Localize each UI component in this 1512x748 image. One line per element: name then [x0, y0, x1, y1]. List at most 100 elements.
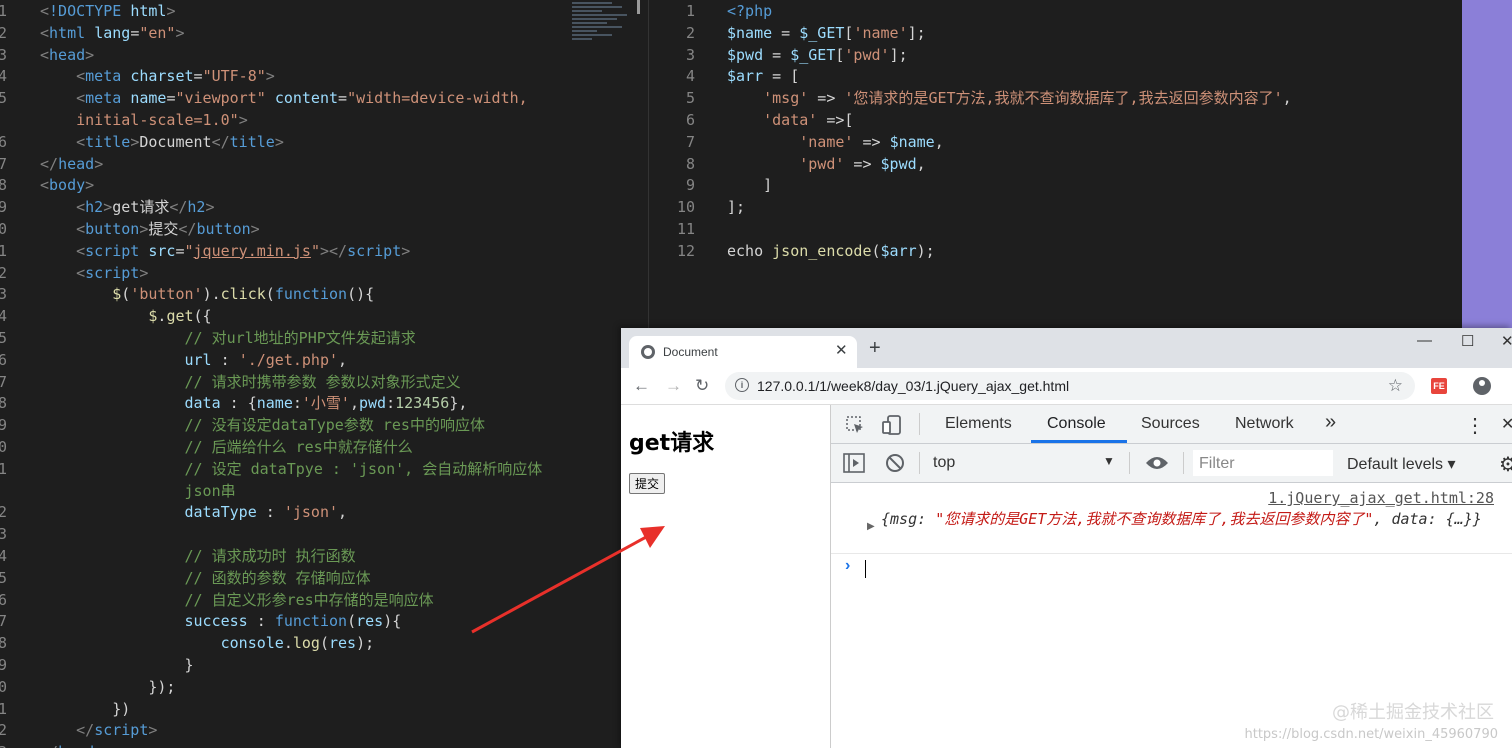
code-line: initial-scale=1.0"> [0, 110, 640, 132]
desktop-background [1462, 0, 1512, 330]
line-text: ]; [727, 198, 746, 217]
line-text: // 没有设定dataType参数 res中的响应体 [40, 416, 485, 435]
browser-tab[interactable]: Document ✕ [629, 336, 857, 368]
code-line: 9 } [0, 655, 640, 677]
browser-tab-bar: Document ✕ + — ☐ ✕ [621, 328, 1512, 368]
tab-network[interactable]: Network [1235, 415, 1294, 433]
line-text: console.log(res); [220, 634, 375, 653]
back-button[interactable]: ← [633, 376, 650, 396]
left-scrollbar[interactable] [637, 0, 640, 14]
site-info-icon[interactable]: i [735, 378, 749, 392]
log-levels-dropdown[interactable]: Default levels ▾ [1347, 454, 1456, 474]
line-number: 5 [685, 89, 695, 108]
devtools-panel: Elements Console Sources Network » ⋮ ✕ t… [831, 405, 1512, 748]
line-text: 'msg' => '您请求的是GET方法,我就不查询数据库了,我去返回参数内容了… [763, 89, 1292, 108]
text-cursor[interactable] [865, 560, 866, 578]
line-text: <script src="jquery.min.js"></script> [76, 241, 411, 260]
code-line: 6 url : './get.php', [0, 350, 640, 372]
code-line: 7 // 请求时携带参数 参数以对象形式定义 [0, 372, 640, 394]
line-number: 3 [0, 45, 8, 64]
left-code-lines: 1 <!DOCTYPE html> 2 <html lang="en"> 3 <head>… [0, 1, 640, 748]
submit-button[interactable]: 提交 [629, 473, 666, 494]
line-number: 3 [0, 742, 18, 748]
address-toolbar: ← → ↻ i 127.0.0.1/1/week8/day_03/1.jQuer… [621, 368, 1512, 405]
clear-console-icon[interactable] [885, 453, 905, 473]
left-code-editor[interactable]: 1 <!DOCTYPE html> 2 <html lang="en"> 3 <head>… [0, 0, 640, 748]
new-tab-button[interactable]: + [869, 338, 881, 358]
separator [1183, 452, 1184, 474]
code-line: 0 }); [0, 677, 640, 699]
address-bar[interactable]: i 127.0.0.1/1/week8/day_03/1.jQuery_ajax… [725, 372, 1415, 400]
code-line: 2 </script> [0, 720, 640, 742]
line-text: // 函数的参数 存储响应体 [40, 568, 371, 587]
line-text: // 后端给什么 res中就存储什么 [40, 437, 413, 456]
line-number: 0 [0, 437, 8, 456]
code-line: 8 console.log(res); [0, 633, 640, 655]
line-text: dataType : 'json', [184, 503, 348, 522]
line-number: 6 [0, 132, 8, 151]
code-line: 5 // 对url地址的PHP文件发起请求 [0, 328, 640, 350]
forward-button[interactable]: → [665, 376, 682, 396]
line-text: success : function(res){ [184, 612, 402, 631]
close-devtools-icon[interactable]: ✕ [1501, 414, 1512, 434]
close-window-button[interactable]: ✕ [1501, 332, 1512, 350]
code-line: 12 echo json_encode($arr); [649, 241, 1289, 263]
line-number: 3 [0, 285, 8, 304]
reload-button[interactable]: ↻ [695, 376, 709, 396]
log-object[interactable]: {msg: "您请求的是GET方法,我就不查询数据库了,我去返回参数内容了", … [881, 509, 1511, 530]
line-number: 0 [0, 219, 8, 238]
tab-console[interactable]: Console [1047, 415, 1106, 433]
left-minimap[interactable] [572, 0, 632, 70]
close-tab-icon[interactable]: ✕ [835, 341, 848, 359]
code-line: 1 // 设定 dataTpye : 'json', 会自动解析响应体 [0, 459, 640, 481]
chevron-down-icon[interactable]: ▼ [1103, 454, 1115, 468]
filter-input[interactable]: Filter [1193, 450, 1333, 476]
tab-sources[interactable]: Sources [1141, 415, 1200, 433]
devtools-tab-bar: Elements Console Sources Network » ⋮ ✕ [831, 405, 1512, 444]
line-number: 1 [0, 241, 8, 260]
browser-window[interactable]: Document ✕ + — ☐ ✕ ← → ↻ i 127.0.0.1/1/w… [621, 328, 1512, 748]
line-text: <meta name="viewport" content="width=dev… [76, 89, 528, 108]
tab-elements[interactable]: Elements [945, 415, 1012, 433]
code-line: 1 }) [0, 699, 640, 721]
code-line: 8 'pwd' => $pwd, [649, 154, 1289, 176]
account-icon[interactable] [1473, 377, 1491, 395]
bookmark-star-icon[interactable]: ☆ [1388, 376, 1403, 396]
active-tab-indicator [1031, 440, 1127, 443]
code-line: 3 [0, 524, 640, 546]
right-code-editor[interactable]: 1 <?php 2 $name = $_GET['name']; 3 $pwd = $_G… [648, 0, 1463, 330]
line-text: <meta charset="UTF-8"> [76, 67, 275, 86]
device-toolbar-icon[interactable] [881, 414, 903, 436]
gear-icon[interactable]: ⚙ [1499, 452, 1512, 477]
console-prompt-icon: › [845, 557, 851, 574]
line-text: // 设定 dataTpye : 'json', 会自动解析响应体 [40, 459, 543, 478]
eye-icon[interactable] [1145, 455, 1169, 471]
code-line: 4 <meta charset="UTF-8"> [0, 66, 640, 88]
code-line: 5 <meta name="viewport" content="width=d… [0, 88, 640, 110]
sidebar-toggle-icon[interactable] [843, 453, 865, 473]
line-number: 7 [0, 372, 8, 391]
globe-icon [641, 345, 655, 359]
more-tabs-icon[interactable]: » [1325, 411, 1336, 434]
line-number: 9 [0, 198, 8, 217]
line-number: 6 [685, 110, 695, 129]
log-suffix: , data: {…}} [1373, 510, 1482, 528]
line-number: 2 [0, 263, 8, 282]
source-link[interactable]: 1.jQuery_ajax_get.html:28 [1268, 489, 1494, 507]
context-selector[interactable]: top [933, 454, 955, 472]
line-text: $arr = [ [727, 67, 800, 86]
extension-icon[interactable]: FE [1431, 378, 1447, 394]
line-number: 9 [0, 416, 8, 435]
inspect-element-icon[interactable] [845, 415, 865, 435]
devtools-menu-icon[interactable]: ⋮ [1465, 413, 1485, 438]
line-text: 'pwd' => $pwd, [799, 154, 926, 173]
url-text[interactable]: 127.0.0.1/1/week8/day_03/1.jQuery_ajax_g… [757, 378, 1069, 394]
maximize-button[interactable]: ☐ [1461, 332, 1474, 350]
line-number: 5 [0, 328, 8, 347]
code-line: 3 $pwd = $_GET['pwd']; [649, 45, 1289, 67]
minimize-button[interactable]: — [1417, 332, 1432, 349]
line-number: 1 [0, 699, 8, 718]
line-text: 'data' =>[ [763, 110, 854, 129]
expand-triangle-icon[interactable]: ▶ [867, 521, 875, 532]
line-number: 6 [0, 350, 8, 369]
